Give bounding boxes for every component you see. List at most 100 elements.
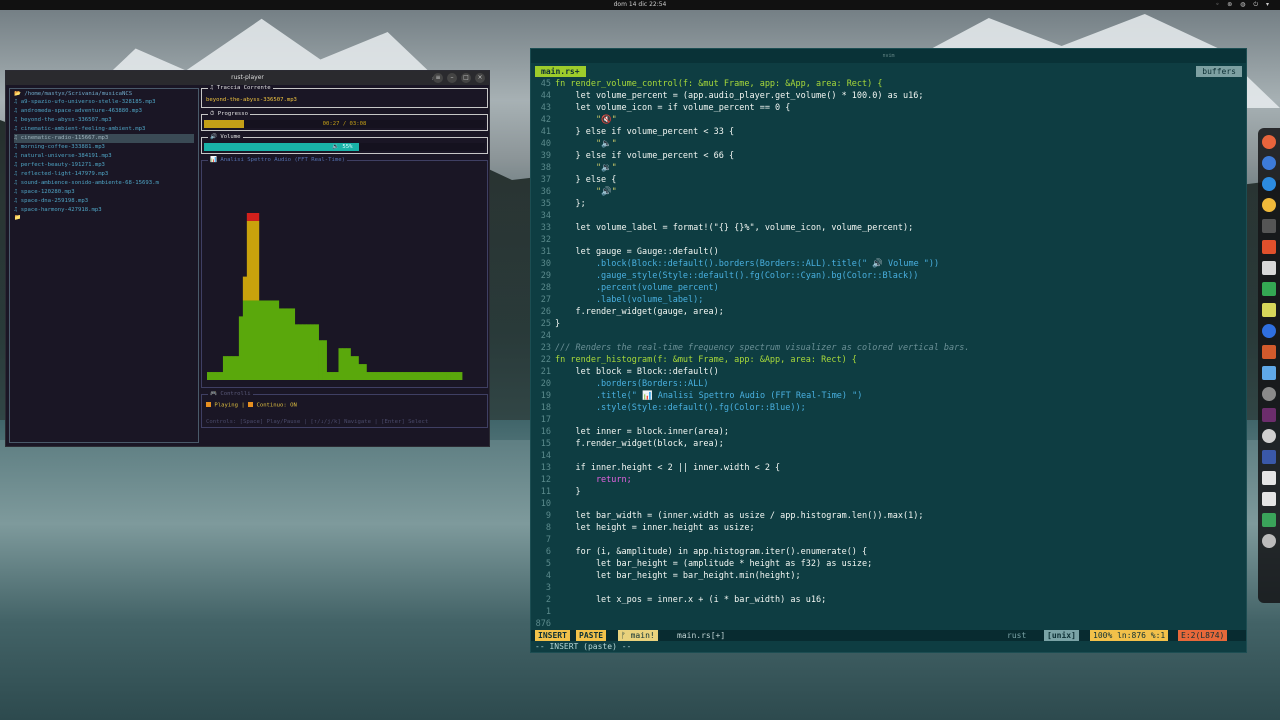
code-line[interactable]: 7 <box>531 534 1246 546</box>
buffers-button[interactable]: buffers <box>1196 66 1242 77</box>
menu-icon[interactable]: ≡ <box>433 73 443 83</box>
browser-icon[interactable] <box>1262 177 1276 191</box>
line-number: 21 <box>540 367 551 377</box>
code-line[interactable]: 33 let volume_label = format!("{} {}%", … <box>531 222 1246 234</box>
terminal-icon[interactable] <box>1262 219 1276 233</box>
code-line[interactable]: 11 } <box>531 486 1246 498</box>
code-line[interactable]: 30 .block(Block::default().borders(Borde… <box>531 258 1246 270</box>
code-text: if inner.height < 2 || inner.width < 2 { <box>555 463 781 473</box>
vlc-icon[interactable] <box>1262 345 1276 359</box>
code-line[interactable]: 2 let x_pos = inner.x + (i * bar_width) … <box>531 594 1246 606</box>
zoom-icon[interactable] <box>1262 324 1276 338</box>
office-icon[interactable] <box>1262 240 1276 254</box>
file-list-item[interactable]: ♫ sound-ambience-sonido-ambiente-68-1569… <box>14 179 194 188</box>
file-list-item[interactable]: ♫ reflected-light-147979.mp3 <box>14 170 194 179</box>
file-list-item[interactable]: ♫ space-harmony-427918.mp3 <box>14 206 194 215</box>
file-list-item[interactable]: ♫ space-120280.mp3 <box>14 188 194 197</box>
code-line[interactable]: 4 let bar_height = bar_height.min(height… <box>531 570 1246 582</box>
code-line[interactable]: 34 <box>531 210 1246 222</box>
file-list-item[interactable]: ♫ a9-spazio-ufo-universo-stelle-328185.m… <box>14 98 194 107</box>
command-line[interactable]: -- INSERT (paste) -- <box>535 642 631 651</box>
maximize-icon[interactable]: □ <box>461 73 471 83</box>
code-line[interactable]: 24 <box>531 330 1246 342</box>
code-line[interactable]: 39 } else if volume_percent < 66 { <box>531 150 1246 162</box>
code-area[interactable]: 45 fn render_volume_control(f: &mut Frame… <box>531 78 1246 629</box>
android-icon[interactable] <box>1262 513 1276 527</box>
code-line[interactable]: 9 let bar_width = (inner.width as usize … <box>531 510 1246 522</box>
code-line[interactable]: 40 "🔈" <box>531 138 1246 150</box>
code-line[interactable]: 14 <box>531 450 1246 462</box>
code-line[interactable]: 32 <box>531 234 1246 246</box>
code-line[interactable]: 16 let inner = block.inner(area); <box>531 426 1246 438</box>
code-line[interactable]: 44 let volume_percent = (app.audio_playe… <box>531 90 1246 102</box>
code-line[interactable]: 3 <box>531 582 1246 594</box>
code-line[interactable]: 23 /// Renders the real-time frequency sp… <box>531 342 1246 354</box>
code-line[interactable]: 21 let block = Block::default() <box>531 366 1246 378</box>
tab-main-rs[interactable]: main.rs+ <box>535 66 586 77</box>
editor-icon[interactable] <box>1262 282 1276 296</box>
code-line[interactable]: 45 fn render_volume_control(f: &mut Frame… <box>531 78 1246 90</box>
code-line[interactable]: 28 .percent(volume_percent) <box>531 282 1246 294</box>
progress-bar[interactable]: 00:27 / 03:08 <box>204 120 485 128</box>
apps-grid-icon[interactable] <box>1262 534 1276 548</box>
file-list-item[interactable]: ♫ perfect-beauty-191271.mp3 <box>14 161 194 170</box>
code-line[interactable]: 35 }; <box>531 198 1246 210</box>
text-icon[interactable] <box>1262 303 1276 317</box>
notes-icon[interactable] <box>1262 261 1276 275</box>
code-line[interactable]: 38 "🔉" <box>531 162 1246 174</box>
player-titlebar[interactable]: rust-player ⌕ ≡ – □ × <box>6 71 489 85</box>
file-list-item[interactable]: ♫ space-dna-259198.mp3 <box>14 197 194 206</box>
top-bar-clock[interactable]: dom 14 dic 22:54 <box>0 1 1280 8</box>
code-text: .percent(volume_percent) <box>555 283 719 293</box>
code-line[interactable]: 12 return; <box>531 474 1246 486</box>
code-line[interactable]: 5 let bar_height = (amplitude * height a… <box>531 558 1246 570</box>
sweethome-icon[interactable] <box>1262 450 1276 464</box>
code-line[interactable]: 27 .label(volume_label); <box>531 294 1246 306</box>
code-line[interactable]: 43 let volume_icon = if volume_percent =… <box>531 102 1246 114</box>
help-icon[interactable] <box>1262 156 1276 170</box>
minimize-icon[interactable]: – <box>447 73 457 83</box>
code-icon[interactable] <box>1262 366 1276 380</box>
code-line[interactable]: 36 "🔊" <box>531 186 1246 198</box>
code-line[interactable]: 20 .borders(Borders::ALL) <box>531 378 1246 390</box>
code-line[interactable]: 18 .style(Style::default().fg(Color::Blu… <box>531 402 1246 414</box>
file-list-item[interactable]: ♫ beyond-the-abyss-336507.mp3 <box>14 116 194 125</box>
code-line[interactable]: 42 "🔇" <box>531 114 1246 126</box>
close-icon[interactable]: × <box>475 73 485 83</box>
line-number: 14 <box>540 451 551 461</box>
code-line[interactable]: 6 for (i, &amplitude) in app.histogram.i… <box>531 546 1246 558</box>
code-text: "🔊" <box>555 187 617 197</box>
code-line[interactable]: 41 } else if volume_percent < 33 { <box>531 126 1246 138</box>
code-line[interactable]: 22 fn render_histogram(f: &mut Frame, app… <box>531 354 1246 366</box>
code-line[interactable]: 1 <box>531 606 1246 618</box>
files-icon[interactable] <box>1262 471 1276 485</box>
code-line[interactable]: 19 .title(" 📊 Analisi Spettro Audio (FFT… <box>531 390 1246 402</box>
system-tray[interactable]: ◦ ⊛ ◍ ⏻ ▾ <box>1216 1 1272 9</box>
code-line[interactable]: 31 let gauge = Gauge::default() <box>531 246 1246 258</box>
firefox-icon[interactable] <box>1262 135 1276 149</box>
code-line[interactable]: 17 <box>531 414 1246 426</box>
file-list-item[interactable]: ♫ morning-coffee-333881.mp3 <box>14 143 194 152</box>
settings-icon[interactable] <box>1262 429 1276 443</box>
file-list-item[interactable]: ♫ andromeda-space-adventure-463880.mp3 <box>14 107 194 116</box>
document-icon[interactable] <box>1262 492 1276 506</box>
app-dock <box>1258 128 1280 603</box>
code-line[interactable]: 13 if inner.height < 2 || inner.width < … <box>531 462 1246 474</box>
code-line[interactable]: 8 let height = inner.height as usize; <box>531 522 1246 534</box>
line-number: 42 <box>540 115 551 125</box>
code-line[interactable]: 37 } else { <box>531 174 1246 186</box>
code-line[interactable]: 26 f.render_widget(gauge, area); <box>531 306 1246 318</box>
file-list-item[interactable]: ♫ cinematic-radio-115667.mp3 <box>14 134 194 143</box>
file-list-item[interactable]: ♫ natural-universe-384191.mp3 <box>14 152 194 161</box>
code-line[interactable]: 15 f.render_widget(block, area); <box>531 438 1246 450</box>
editor-titlebar[interactable]: nvim <box>531 49 1246 63</box>
console-icon[interactable] <box>1262 408 1276 422</box>
code-line[interactable]: 10 <box>531 498 1246 510</box>
file-list-item[interactable]: ♫ cinematic-ambient-feeling-ambient.mp3 <box>14 125 194 134</box>
code-line[interactable]: 25} <box>531 318 1246 330</box>
code-line[interactable]: 29 .gauge_style(Style::default().fg(Colo… <box>531 270 1246 282</box>
volume-bar[interactable]: 🔉 55% <box>204 143 485 151</box>
chrome-icon[interactable] <box>1262 198 1276 212</box>
code-line[interactable]: 876 <box>531 618 1246 630</box>
gimp-icon[interactable] <box>1262 387 1276 401</box>
